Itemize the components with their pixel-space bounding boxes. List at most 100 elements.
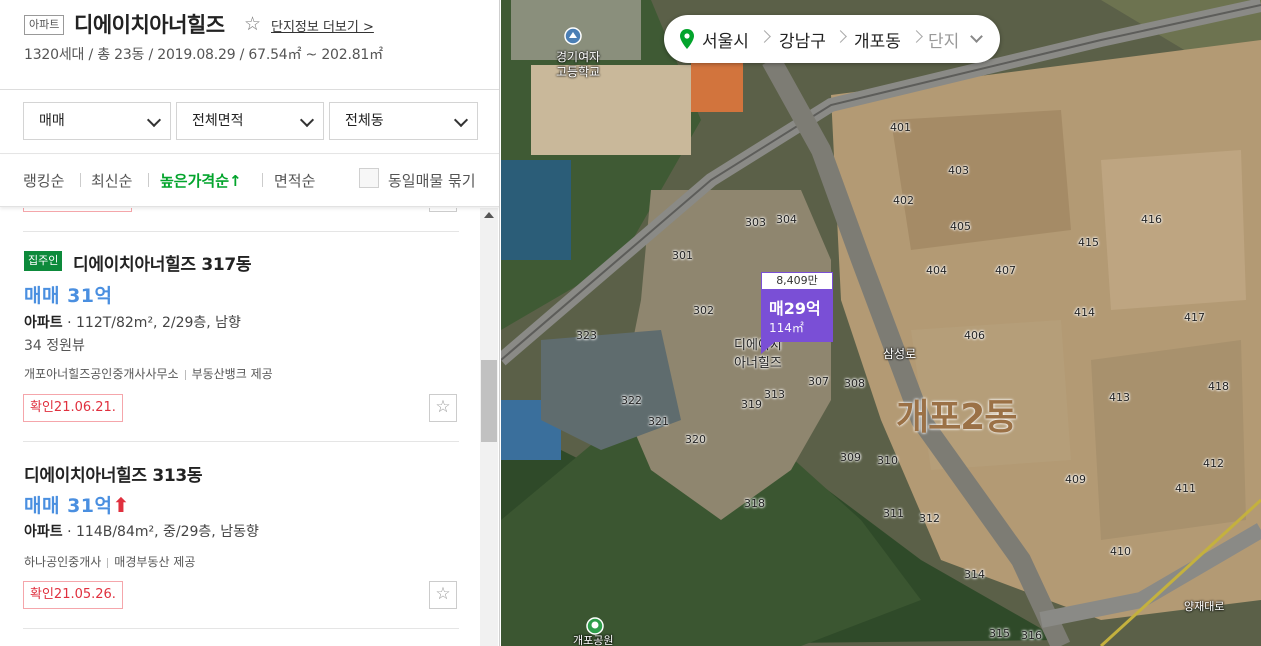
building-label: 318 (744, 497, 765, 510)
breadcrumb-separator (758, 30, 771, 43)
district-label: 개포2동 (896, 397, 1017, 438)
marker-area: 114㎡ (769, 321, 804, 335)
agent-name[interactable]: 하나공인중개사 (24, 555, 101, 569)
confirm-date-badge: 확인21.06.21. (23, 394, 123, 422)
previous-confirm-badge (23, 208, 132, 212)
breadcrumb-dong[interactable]: 개포동 (854, 27, 901, 52)
chevron-down-icon (453, 112, 469, 128)
building-label: 308 (844, 377, 865, 390)
building-label: 304 (776, 213, 797, 226)
building-label: 315 (989, 627, 1010, 640)
scrollbar-thumb[interactable] (481, 360, 497, 442)
area-value: 전체면적 (192, 113, 244, 129)
building-label: 416 (1141, 213, 1162, 226)
building-label: 303 (745, 216, 766, 229)
building-label: 411 (1175, 482, 1196, 495)
listing-agent: 개포아너힐즈공인중개사사무소 부동산뱅크 제공 (24, 365, 273, 382)
building-label: 314 (964, 568, 985, 581)
listing-title[interactable]: 디에이치아너힐즈 313동 (24, 461, 203, 486)
building-label: 418 (1208, 380, 1229, 393)
favorite-star-icon[interactable]: ☆ (429, 394, 457, 422)
building-label: 322 (621, 394, 642, 407)
building-label: 323 (576, 329, 597, 342)
data-provider: 매경부동산 제공 (114, 555, 196, 569)
group-same-listing-checkbox[interactable] (359, 168, 379, 188)
group-same-listing-label: 동일매물 묶기 (388, 172, 476, 190)
data-provider: 부동산뱅크 제공 (191, 367, 273, 381)
building-label: 321 (648, 415, 669, 428)
sort-high-price[interactable]: 높은가격순↑ (160, 170, 242, 191)
building-label: 313 (764, 388, 785, 401)
trade-type-value: 매매 (39, 113, 65, 129)
building-label: 407 (995, 264, 1016, 277)
building-label: 403 (948, 164, 969, 177)
complex-info-more-link[interactable]: 단지정보 더보기 > (271, 16, 374, 35)
previous-favorite-button[interactable] (429, 208, 457, 212)
building-label: 413 (1109, 391, 1130, 404)
complex-name: 디에이치아너힐즈 (74, 13, 225, 37)
breadcrumb-separator (834, 30, 847, 43)
park-icon[interactable] (586, 617, 604, 635)
filter-bar: 매매 전체면적 전체동 (0, 90, 499, 154)
listing-spec: 아파트 · 114B/84m², 중/29층, 남동향 (24, 524, 259, 540)
road-label: 양재대로 (1184, 600, 1225, 613)
listing-price: 매매 31억 (24, 285, 113, 307)
sort-latest[interactable]: 최신순 (91, 170, 132, 191)
building-label: 307 (808, 375, 829, 388)
listing-title[interactable]: 디에이치아너힐즈 317동 (73, 250, 252, 275)
building-label: 410 (1110, 545, 1131, 558)
chevron-down-icon[interactable] (970, 30, 983, 43)
building-label: 404 (926, 264, 947, 277)
building-label: 302 (693, 304, 714, 317)
listing-panel: 아파트 디에이치아너힐즈 ☆ 단지정보 더보기 > 1320세대 / 총 23동… (0, 0, 500, 646)
school-icon[interactable] (564, 27, 582, 45)
building-label: 316 (1021, 629, 1042, 642)
listing-spec: 아파트 · 112T/82m², 2/29층, 남향 (24, 315, 241, 331)
school-label: 고등학교 (556, 65, 601, 79)
chevron-down-icon (146, 112, 162, 128)
building-label: 412 (1203, 457, 1224, 470)
scroll-up-arrow-icon[interactable] (484, 212, 494, 218)
complex-map-label: 아너힐즈 (734, 356, 782, 371)
listing-spec-type: 아파트 (24, 524, 63, 540)
chevron-down-icon (299, 112, 315, 128)
favorite-star-icon[interactable]: ☆ (244, 12, 261, 36)
listing-item[interactable]: 디에이치아너힐즈 313동 매매 31억⬆ 아파트 · 114B/84m², 중… (0, 442, 460, 632)
agent-name[interactable]: 개포아너힐즈공인중개사사무소 (24, 367, 179, 381)
building-dropdown[interactable]: 전체동 (329, 102, 478, 140)
location-pin-icon (680, 29, 694, 49)
confirm-date-badge: 확인21.05.26. (23, 581, 123, 609)
building-label: 405 (950, 220, 971, 233)
sort-divider (262, 173, 263, 187)
list-divider (23, 628, 459, 629)
area-dropdown[interactable]: 전체면적 (176, 102, 324, 140)
breadcrumb-city[interactable]: 서울시 (702, 27, 749, 52)
sort-area[interactable]: 면적순 (274, 170, 315, 191)
building-label: 414 (1074, 306, 1095, 319)
listing-item[interactable]: 집주인 디에이치아너힐즈 317동 매매 31억 아파트 · 112T/82m²… (0, 232, 460, 442)
breadcrumb-complex[interactable]: 단지 (928, 27, 959, 52)
building-label: 309 (840, 451, 861, 464)
trade-type-dropdown[interactable]: 매매 (23, 102, 171, 140)
building-label: 320 (685, 433, 706, 446)
marker-price: 매29억 (769, 299, 821, 318)
sort-divider (148, 173, 149, 187)
listing-spec-type: 아파트 (24, 315, 63, 331)
property-type-badge: 아파트 (24, 15, 65, 35)
building-label: 301 (672, 249, 693, 262)
marker-body: 매29억 114㎡ (761, 290, 833, 342)
satellite-map[interactable]: 경기여자 고등학교 디에이치 아너힐즈 개포2동 삼성로 양재대로 개포공원 3… (501, 0, 1261, 646)
building-label: 319 (741, 398, 762, 411)
building-label: 401 (890, 121, 911, 134)
sort-ranking[interactable]: 랭킹순 (23, 170, 64, 191)
listing-feature: 34 정원뷰 (24, 338, 85, 354)
breadcrumb-separator (910, 30, 923, 43)
building-label: 417 (1184, 311, 1205, 324)
marker-tail (761, 342, 775, 354)
building-label: 310 (877, 454, 898, 467)
complex-header: 아파트 디에이치아너힐즈 ☆ 단지정보 더보기 > 1320세대 / 총 23동… (0, 0, 499, 90)
favorite-star-icon[interactable]: ☆ (429, 581, 457, 609)
listing-spec-detail: 114B/84m², 중/29층, 남동향 (76, 524, 259, 540)
breadcrumb-district[interactable]: 강남구 (779, 27, 826, 52)
building-label: 311 (883, 507, 904, 520)
